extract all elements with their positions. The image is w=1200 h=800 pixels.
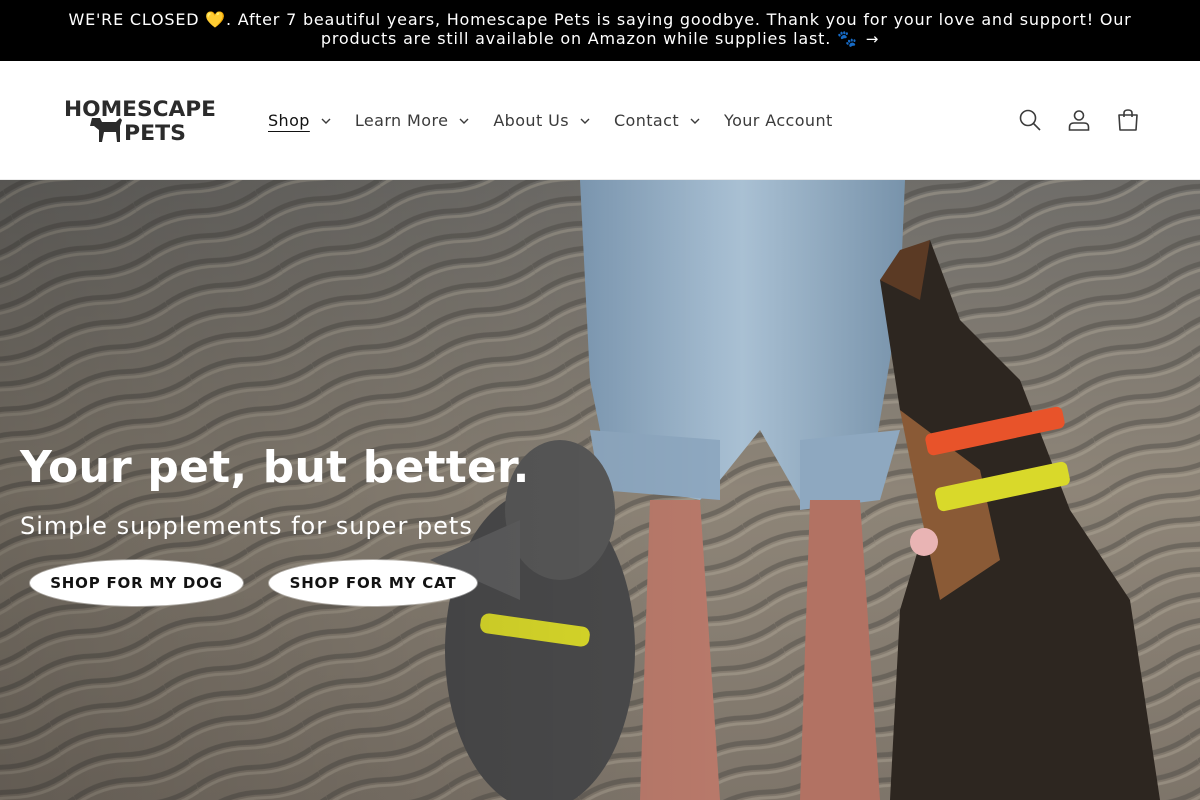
logo-line-1: HOMESCAPE <box>64 97 216 121</box>
chevron-down-icon <box>459 118 469 124</box>
cart-button[interactable] <box>1106 98 1150 142</box>
nav-item-label: Your Account <box>724 110 833 130</box>
main-nav: Shop Learn More About Us Contact Your Ac… <box>256 61 845 179</box>
site-header: HOMESCAPE PETS Shop Learn More About Us … <box>0 61 1200 180</box>
nav-item-your-account[interactable]: Your Account <box>712 100 845 140</box>
nav-item-label: Contact <box>613 110 680 130</box>
nav-item-label: Learn More <box>354 110 449 130</box>
logo-line-2: PETS <box>124 121 186 145</box>
announcement-bar: WE'RE CLOSED 💛. After 7 beautiful years,… <box>0 0 1200 61</box>
account-button[interactable] <box>1057 98 1101 142</box>
announcement-text: WE'RE CLOSED 💛. After 7 beautiful years,… <box>68 10 1132 48</box>
arrow-right-icon: → <box>865 30 880 48</box>
nav-item-about-us[interactable]: About Us <box>481 100 602 140</box>
cart-icon <box>1118 109 1138 131</box>
account-icon <box>1068 110 1090 131</box>
nav-item-label: About Us <box>493 110 569 130</box>
hero-banner: Your pet, but better. Simple supplements… <box>0 180 1200 800</box>
announcement-link[interactable]: WE'RE CLOSED 💛. After 7 beautiful years,… <box>68 10 1131 48</box>
header-icons <box>1003 98 1150 142</box>
search-icon <box>1019 109 1041 131</box>
logo: HOMESCAPE PETS <box>64 97 216 145</box>
nav-item-shop[interactable]: Shop <box>256 100 343 140</box>
hero-subtitle: Simple supplements for super pets <box>20 512 473 540</box>
chevron-down-icon <box>690 118 700 124</box>
search-button[interactable] <box>1008 98 1052 142</box>
nav-item-label: Shop <box>268 110 310 130</box>
nav-item-learn-more[interactable]: Learn More <box>343 100 481 140</box>
shop-for-dog-button[interactable]: SHOP FOR MY DOG <box>30 560 243 606</box>
dog-silhouette-icon <box>90 118 122 142</box>
chevron-down-icon <box>321 118 331 124</box>
chevron-down-icon <box>580 118 590 124</box>
hero-title: Your pet, but better. <box>20 442 530 493</box>
nav-item-contact[interactable]: Contact <box>602 100 712 140</box>
shop-for-cat-button[interactable]: SHOP FOR MY CAT <box>269 560 477 606</box>
